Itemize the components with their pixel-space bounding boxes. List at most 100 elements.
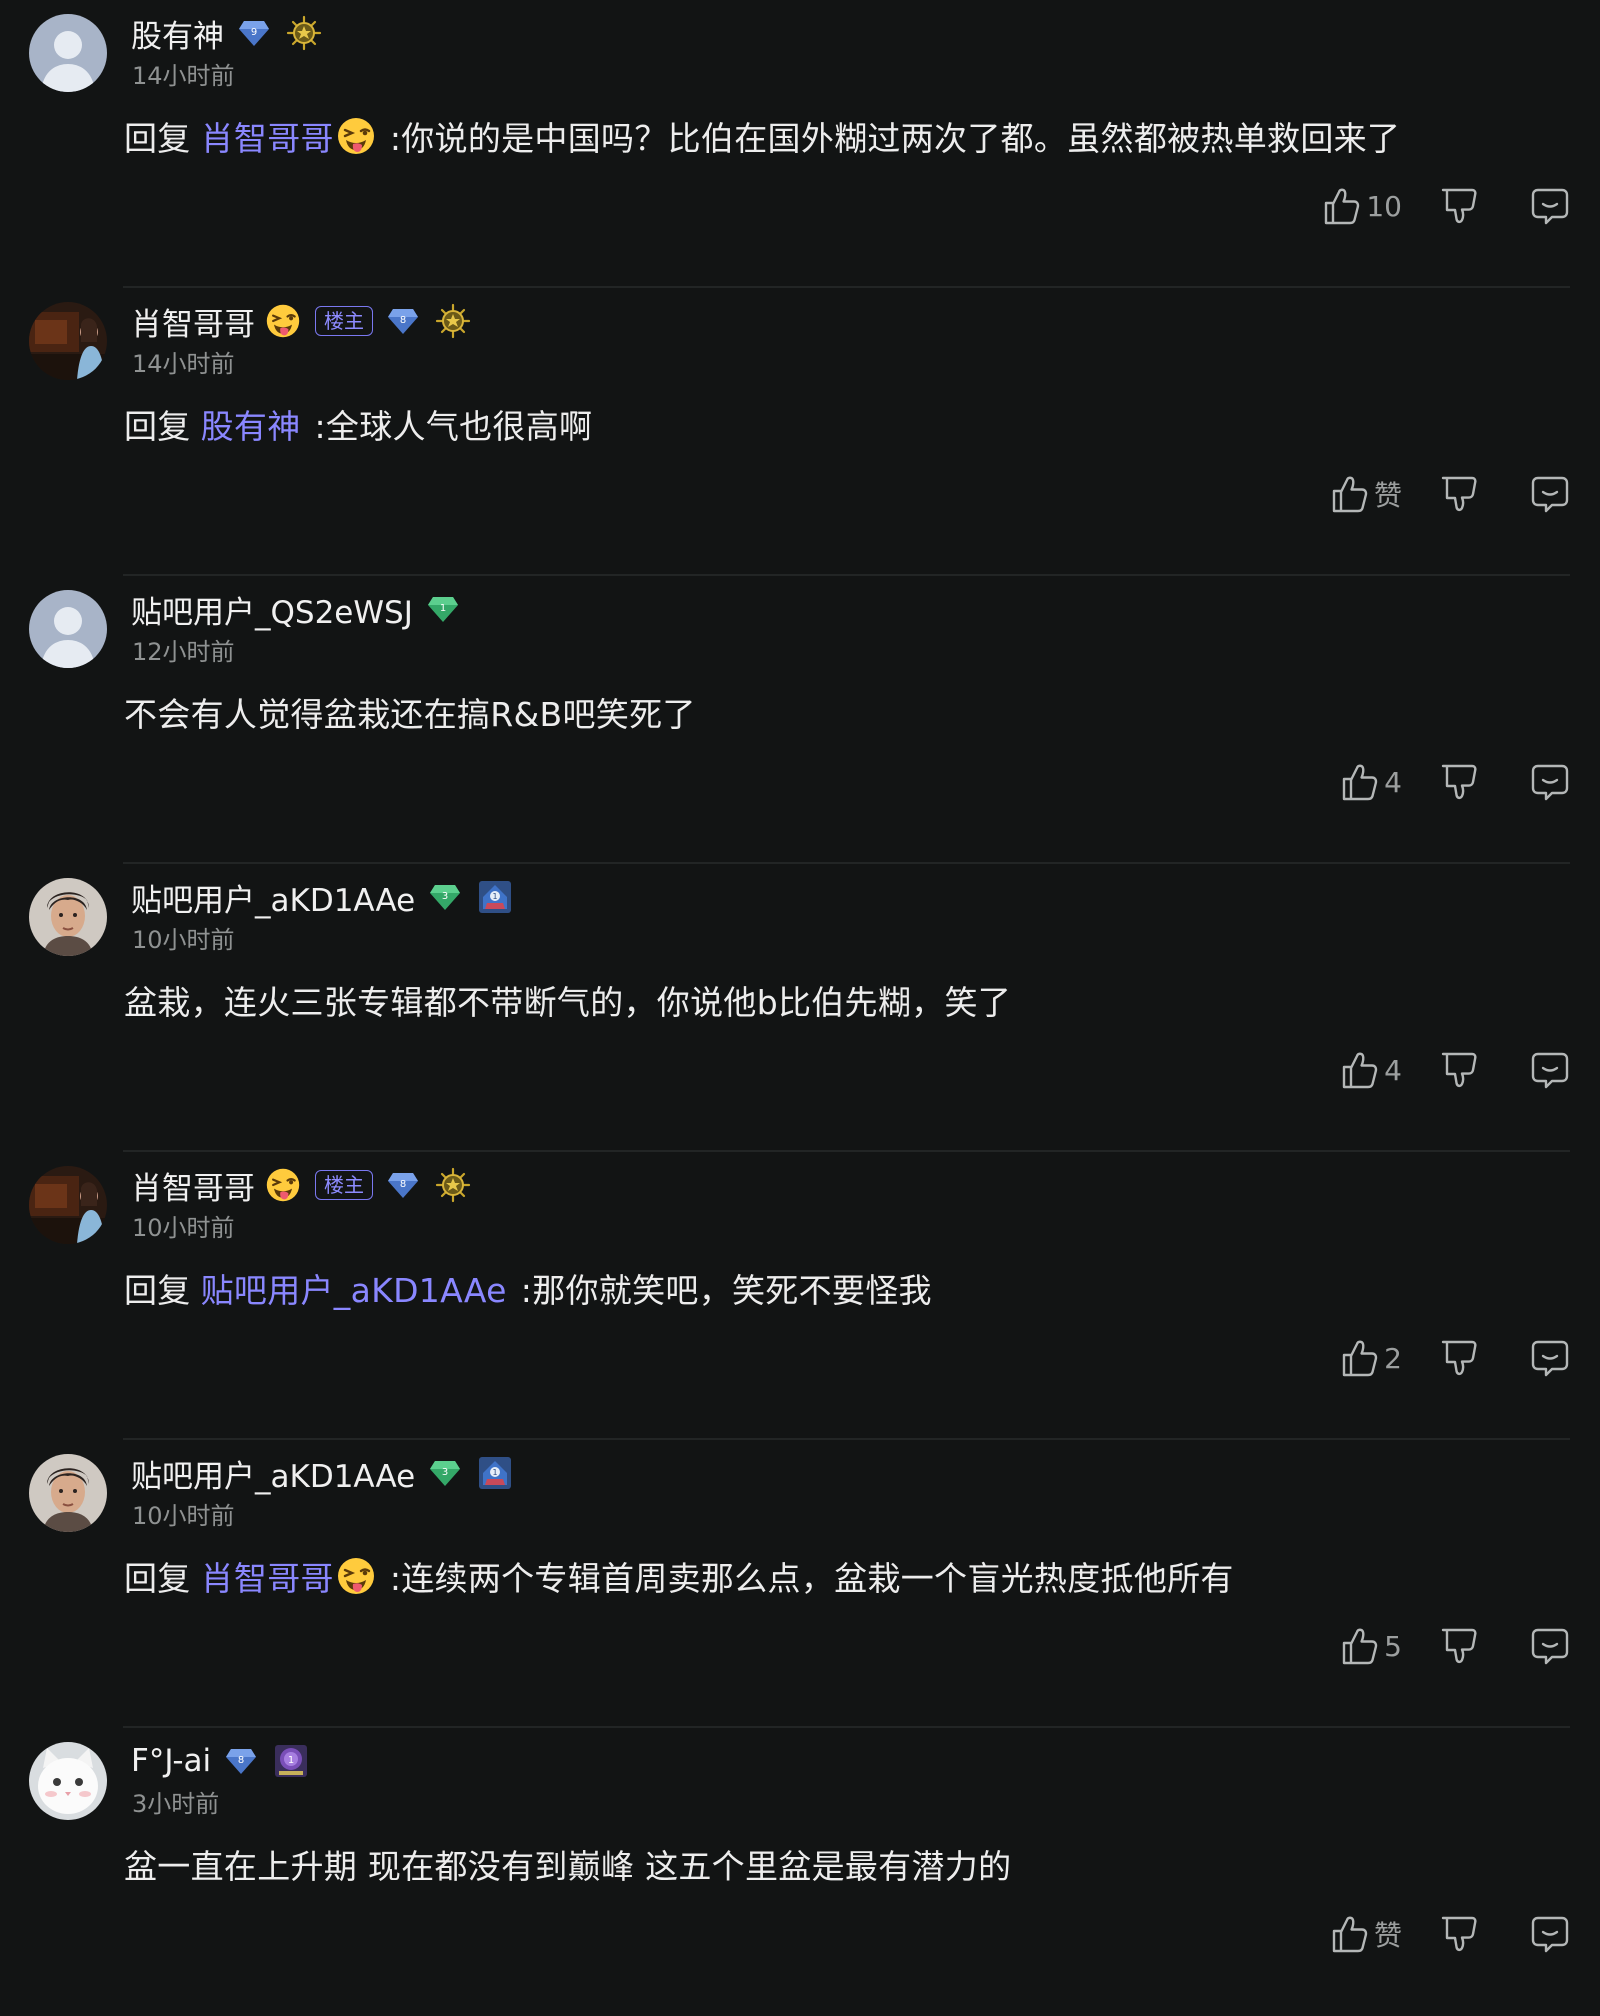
comment-actions: 4 <box>1292 1044 1570 1096</box>
like-button[interactable]: 2 <box>1292 1338 1402 1378</box>
like-count: 2 <box>1384 1341 1402 1375</box>
comment-item: 肖智哥哥 楼主 8 10小时前 回复 贴吧用户_aKD1AAe:那你就笑吧，笑死不要怪我 2 <box>0 1152 1600 1440</box>
comment-body: :全球人气也很高啊 <box>314 407 593 446</box>
svg-text:8: 8 <box>400 315 406 326</box>
reply-bubble-icon[interactable] <box>1530 1338 1570 1378</box>
svg-text:3: 3 <box>442 891 448 902</box>
tongue-wink-emoji-icon <box>265 1167 301 1203</box>
username[interactable]: 贴吧用户_QS2eWSJ <box>131 587 413 632</box>
svg-text:9: 9 <box>251 27 257 38</box>
mention-username: 股有神 <box>200 407 301 446</box>
thumbs-up-icon <box>1340 762 1378 802</box>
comment-item: 贴吧用户_aKD1AAe 3 1 10小时前 盆栽，连火三张专辑都不带断气的，你说他b比… <box>0 864 1600 1152</box>
tongue-wink-emoji-icon <box>265 303 301 339</box>
avatar[interactable] <box>29 1166 107 1244</box>
reply-prefix: 回复 <box>124 407 191 446</box>
comment-text: 回复 肖智哥哥:你说的是中国吗？比伯在国外糊过两次了都。虽然都被热单救回来了 <box>124 112 1400 160</box>
username[interactable]: 肖智哥哥 <box>131 1163 255 1208</box>
mention-link[interactable]: 肖智哥哥 <box>200 1558 376 1598</box>
user-info-row: 股有神 9 <box>131 10 322 56</box>
username[interactable]: 肖智哥哥 <box>131 299 255 344</box>
comment-item: 贴吧用户_QS2eWSJ 1 12小时前不会有人觉得盆栽还在搞R&B吧笑死了 4 <box>0 576 1600 864</box>
like-count: 4 <box>1384 765 1402 799</box>
comment-actions: 4 <box>1292 756 1570 808</box>
avatar[interactable] <box>29 302 107 380</box>
svg-text:1: 1 <box>493 1468 498 1477</box>
op-tag: 楼主 <box>315 306 373 336</box>
user-info-row: 贴吧用户_aKD1AAe 3 1 <box>131 1450 513 1496</box>
reply-bubble-icon[interactable] <box>1530 474 1570 514</box>
reply-prefix: 回复 <box>124 1559 191 1598</box>
comment-list: 股有神 9 14小时前 回复 肖智哥哥:你说的是中国吗？比伯在国外糊过两次了都。虽然都被… <box>0 0 1600 2016</box>
comment-item: 股有神 9 14小时前 回复 肖智哥哥:你说的是中国吗？比伯在国外糊过两次了都。虽然都被… <box>0 0 1600 288</box>
mention-link[interactable]: 贴吧用户_aKD1AAe <box>201 1271 507 1310</box>
comment-text: 不会有人觉得盆栽还在搞R&B吧笑死了 <box>124 688 696 736</box>
mention-link[interactable]: 股有神 <box>201 407 301 446</box>
thumbs-down-icon[interactable] <box>1440 1914 1478 1954</box>
username[interactable]: 股有神 <box>131 11 224 56</box>
username[interactable]: 贴吧用户_aKD1AAe <box>131 875 415 920</box>
level-diamond-icon: 3 <box>429 1459 461 1487</box>
avatar[interactable] <box>29 14 107 92</box>
thumbs-down-icon[interactable] <box>1440 1050 1478 1090</box>
mention-username: 肖智哥哥 <box>200 1559 334 1598</box>
thumbs-down-icon[interactable] <box>1440 474 1478 514</box>
post-time: 10小时前 <box>132 1502 235 1530</box>
comment-body: :你说的是中国吗？比伯在国外糊过两次了都。虽然都被热单救回来了 <box>389 119 1401 158</box>
avatar[interactable] <box>29 878 107 956</box>
username[interactable]: 贴吧用户_aKD1AAe <box>131 1451 415 1496</box>
blue-rank-badge-icon: 1 <box>477 1455 513 1491</box>
reply-bubble-icon[interactable] <box>1530 1914 1570 1954</box>
like-button[interactable]: 赞 <box>1292 1914 1402 1954</box>
thumbs-down-icon[interactable] <box>1440 186 1478 226</box>
comment-text: 回复 股有神 :全球人气也很高啊 <box>124 400 592 448</box>
reply-bubble-icon[interactable] <box>1530 186 1570 226</box>
op-tag: 楼主 <box>315 1170 373 1200</box>
post-time: 12小时前 <box>132 638 235 666</box>
username[interactable]: F°J-ai <box>131 1743 211 1779</box>
like-count: 5 <box>1384 1629 1402 1663</box>
svg-text:8: 8 <box>400 1179 406 1190</box>
tongue-wink-emoji-icon <box>334 1558 376 1598</box>
comment-text: 盆一直在上升期 现在都没有到巅峰 这五个里盆是最有潜力的 <box>124 1840 1011 1888</box>
reply-bubble-icon[interactable] <box>1530 1050 1570 1090</box>
comment-item: 肖智哥哥 楼主 8 14小时前回复 股有神 :全球人气也很高啊赞 <box>0 288 1600 576</box>
user-info-row: 肖智哥哥 楼主 8 <box>131 298 471 344</box>
reply-bubble-icon[interactable] <box>1530 762 1570 802</box>
like-count: 赞 <box>1373 1919 1402 1952</box>
avatar[interactable] <box>29 1454 107 1532</box>
mention-username: 肖智哥哥 <box>200 119 334 158</box>
reply-bubble-icon[interactable] <box>1530 1626 1570 1666</box>
post-time: 3小时前 <box>132 1790 220 1818</box>
avatar[interactable] <box>29 1742 107 1820</box>
like-button[interactable]: 赞 <box>1292 474 1402 514</box>
comment-item: F°J-ai 8 1 3小时前 盆一直在上升期 现在都没有到巅峰 这五个里盆是最有潜力的… <box>0 1728 1600 2016</box>
comment-item: 贴吧用户_aKD1AAe 3 1 10小时前回复 肖智哥哥:连续两个专辑首周卖那么点，盆… <box>0 1440 1600 1728</box>
like-button[interactable]: 10 <box>1292 186 1402 226</box>
user-info-row: 贴吧用户_QS2eWSJ 1 <box>131 586 459 632</box>
thumbs-down-icon[interactable] <box>1440 762 1478 802</box>
like-button[interactable]: 4 <box>1292 1050 1402 1090</box>
post-time: 14小时前 <box>132 62 235 90</box>
post-time: 14小时前 <box>132 350 235 378</box>
thumbs-down-icon[interactable] <box>1440 1338 1478 1378</box>
like-button[interactable]: 5 <box>1292 1626 1402 1666</box>
mention-link[interactable]: 肖智哥哥 <box>200 118 376 158</box>
level-diamond-icon: 3 <box>429 883 461 911</box>
comment-body: 盆一直在上升期 现在都没有到巅峰 这五个里盆是最有潜力的 <box>124 1847 1012 1886</box>
comment-text: 回复 肖智哥哥:连续两个专辑首周卖那么点，盆栽一个盲光热度抵他所有 <box>124 1552 1234 1600</box>
avatar[interactable] <box>29 590 107 668</box>
like-button[interactable]: 4 <box>1292 762 1402 802</box>
level-diamond-icon: 8 <box>387 1171 419 1199</box>
comment-actions: 赞 <box>1292 1908 1570 1960</box>
user-info-row: 肖智哥哥 楼主 8 <box>131 1162 471 1208</box>
comment-body: :那你就笑吧，笑死不要怪我 <box>520 1271 932 1310</box>
purple-rank-badge-icon: 1 <box>273 1743 309 1779</box>
tongue-wink-emoji-icon <box>334 118 376 158</box>
reply-prefix: 回复 <box>124 1271 191 1310</box>
gold-medal-badge-icon <box>286 15 322 51</box>
thumbs-up-icon <box>1322 186 1360 226</box>
comment-actions: 赞 <box>1292 468 1570 520</box>
thumbs-down-icon[interactable] <box>1440 1626 1478 1666</box>
gold-medal-badge-icon <box>435 303 471 339</box>
